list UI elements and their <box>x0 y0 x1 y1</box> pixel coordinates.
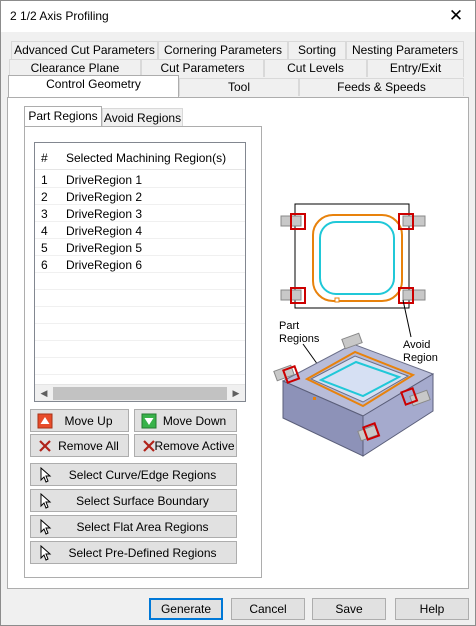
cursor-icon <box>40 545 52 561</box>
list-item[interactable]: 5 DriveRegion 5 <box>35 239 245 256</box>
part-regions-label-2: Regions <box>279 333 320 345</box>
empty-row <box>35 341 245 358</box>
part-regions-panel: # Selected Machining Region(s) 1 DriveRe… <box>24 126 262 578</box>
list-item[interactable]: 4 DriveRegion 4 <box>35 222 245 239</box>
title-bar: 2 1/2 Axis Profiling ✕ <box>1 1 475 32</box>
tab-cut-levels[interactable]: Cut Levels <box>264 59 367 77</box>
tab-advanced-cut-parameters[interactable]: Advanced Cut Parameters <box>11 41 158 59</box>
list-item[interactable]: 2 DriveRegion 2 <box>35 188 245 205</box>
empty-row <box>35 324 245 341</box>
list-item[interactable]: 3 DriveRegion 3 <box>35 205 245 222</box>
move-down-label: Move Down <box>162 413 227 428</box>
cancel-button[interactable]: Cancel <box>231 598 305 620</box>
list-item-name: DriveRegion 4 <box>66 224 143 238</box>
scroll-thumb[interactable] <box>53 387 227 400</box>
tab-tool[interactable]: Tool <box>179 78 299 96</box>
column-header-number[interactable]: # <box>41 151 48 165</box>
help-button[interactable]: Help <box>395 598 469 620</box>
tab-feeds-speeds[interactable]: Feeds & Speeds <box>299 78 464 96</box>
tab-control-geometry[interactable]: Control Geometry <box>8 75 179 97</box>
cursor-icon <box>40 519 52 535</box>
empty-row <box>35 290 245 307</box>
save-button[interactable]: Save <box>312 598 386 620</box>
list-item-number: 4 <box>41 224 48 238</box>
select-predefined-button[interactable]: Select Pre-Defined Regions <box>30 541 237 564</box>
list-item-number: 1 <box>41 173 48 187</box>
scroll-right-icon[interactable]: ▶ <box>229 387 243 400</box>
tab-sorting[interactable]: Sorting <box>288 41 346 59</box>
list-item-name: DriveRegion 3 <box>66 207 143 221</box>
cursor-icon <box>40 467 52 483</box>
select-predefined-label: Select Pre-Defined Regions <box>68 545 217 560</box>
list-header: # Selected Machining Region(s) <box>35 143 245 170</box>
remove-all-icon <box>39 440 51 452</box>
select-flat-area-button[interactable]: Select Flat Area Regions <box>30 515 237 538</box>
tab-part-regions[interactable]: Part Regions <box>24 106 102 128</box>
list-item-name: DriveRegion 1 <box>66 173 143 187</box>
avoid-region-label-1: Avoid <box>403 339 430 351</box>
column-header-region[interactable]: Selected Machining Region(s) <box>66 151 226 165</box>
window-title: 2 1/2 Axis Profiling <box>10 9 109 23</box>
regions-illustration: Part Regions Avoid Region <box>273 203 438 457</box>
empty-row <box>35 307 245 324</box>
list-item-name: DriveRegion 5 <box>66 241 143 255</box>
list-item-number: 5 <box>41 241 48 255</box>
list-item-name: DriveRegion 6 <box>66 258 143 272</box>
select-curve-edge-button[interactable]: Select Curve/Edge Regions <box>30 463 237 486</box>
entry-point-marker <box>334 297 340 303</box>
tab-cornering-parameters[interactable]: Cornering Parameters <box>158 41 288 59</box>
move-down-icon <box>141 413 157 429</box>
list-item-number: 6 <box>41 258 48 272</box>
cursor-icon <box>40 493 52 509</box>
empty-row <box>35 358 245 375</box>
list-item-number: 2 <box>41 190 48 204</box>
empty-row <box>35 273 245 290</box>
generate-button[interactable]: Generate <box>149 598 223 620</box>
tab-nesting-parameters[interactable]: Nesting Parameters <box>346 41 464 59</box>
select-curve-label: Select Curve/Edge Regions <box>68 467 217 482</box>
part-regions-label-1: Part <box>279 320 299 332</box>
list-item-number: 3 <box>41 207 48 221</box>
list-item-name: DriveRegion 2 <box>66 190 143 204</box>
move-down-button[interactable]: Move Down <box>134 409 237 432</box>
horizontal-scrollbar[interactable]: ◀ ▶ <box>35 384 245 401</box>
select-flat-label: Select Flat Area Regions <box>76 519 209 534</box>
remove-active-button[interactable]: Remove Active <box>134 434 237 457</box>
scroll-left-icon[interactable]: ◀ <box>37 387 51 400</box>
dialog-window: 2 1/2 Axis Profiling ✕ Advanced Cut Para… <box>0 0 476 626</box>
select-surface-boundary-button[interactable]: Select Surface Boundary <box>30 489 237 512</box>
close-icon[interactable]: ✕ <box>447 7 465 25</box>
select-surface-label: Select Surface Boundary <box>76 493 209 508</box>
list-item[interactable]: 6 DriveRegion 6 <box>35 256 245 273</box>
remove-all-button[interactable]: Remove All <box>30 434 129 457</box>
remove-active-icon <box>143 440 155 452</box>
move-up-icon <box>37 413 53 429</box>
list-item[interactable]: 1 DriveRegion 1 <box>35 171 245 188</box>
tab-entry-exit[interactable]: Entry/Exit <box>367 59 464 77</box>
move-up-label: Move Up <box>64 413 113 428</box>
regions-list[interactable]: # Selected Machining Region(s) 1 DriveRe… <box>34 142 246 402</box>
move-up-button[interactable]: Move Up <box>30 409 129 432</box>
tab-avoid-regions[interactable]: Avoid Regions <box>102 108 183 128</box>
avoid-region-label-2: Region <box>403 352 438 364</box>
